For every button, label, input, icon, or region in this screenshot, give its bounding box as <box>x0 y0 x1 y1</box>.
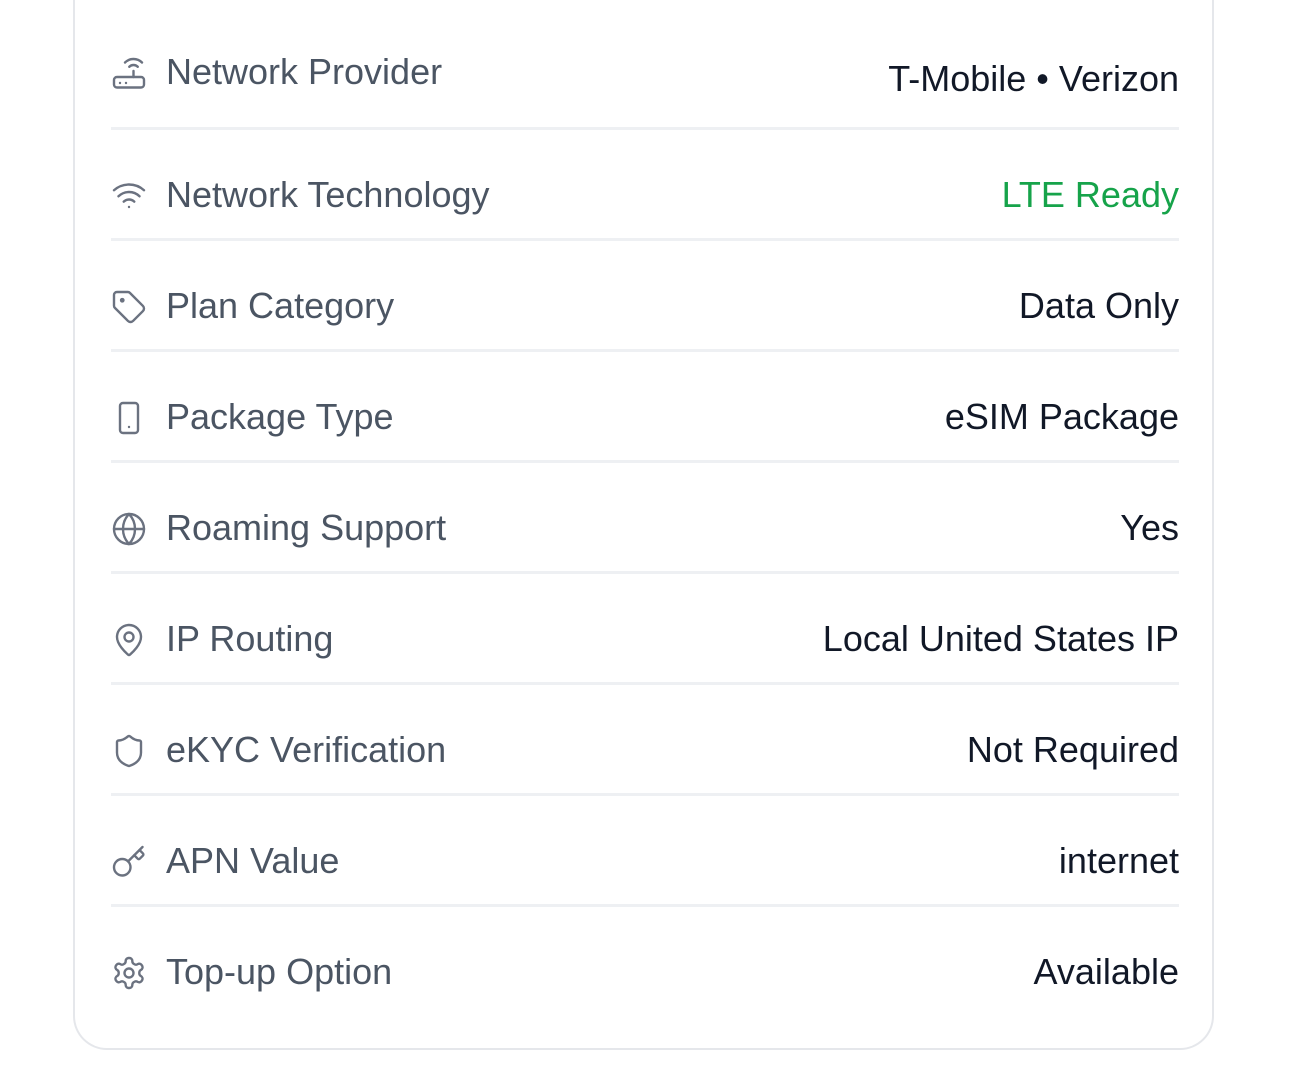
detail-label: Network Provider <box>166 51 443 92</box>
detail-label: Roaming Support <box>166 507 447 548</box>
detail-value: T-Mobile • Verizon <box>888 58 1179 99</box>
detail-label: APN Value <box>166 840 340 881</box>
detail-label: Network Technology <box>166 174 490 215</box>
detail-row-ip-routing: IP Routing Local United States IP <box>111 574 1179 685</box>
detail-label: IP Routing <box>166 618 334 659</box>
detail-value-status: LTE Ready <box>1001 174 1179 215</box>
detail-row-top-up-option: Top-up Option Available <box>111 907 1179 1018</box>
map-pin-icon <box>111 622 147 658</box>
globe-icon <box>111 511 147 547</box>
detail-value: Not Required <box>966 729 1179 770</box>
tag-icon <box>111 289 147 325</box>
router-icon <box>111 56 147 92</box>
detail-row-apn-value: APN Value internet <box>111 796 1179 907</box>
detail-row-network-technology: Network Technology LTE Ready <box>111 130 1179 241</box>
detail-row-package-type: Package Type eSIM Package <box>111 352 1179 463</box>
detail-row-network-provider: Network Provider T-Mobile • Verizon <box>111 20 1179 130</box>
detail-row-plan-category: Plan Category Data Only <box>111 241 1179 352</box>
detail-label: Package Type <box>166 396 394 437</box>
detail-row-ekyc-verification: eKYC Verification Not Required <box>111 685 1179 796</box>
detail-value: eSIM Package <box>944 396 1179 437</box>
detail-value: internet <box>1058 840 1179 881</box>
detail-label: Top-up Option <box>166 951 393 992</box>
detail-value: Data Only <box>1018 285 1179 326</box>
detail-value: Available <box>1033 951 1179 992</box>
wifi-icon <box>111 177 147 213</box>
detail-value: Yes <box>1120 507 1179 548</box>
smartphone-icon <box>111 400 147 436</box>
detail-row-roaming-support: Roaming Support Yes <box>111 463 1179 574</box>
detail-value: Local United States IP <box>822 618 1179 659</box>
shield-icon <box>111 733 147 769</box>
key-icon <box>111 844 147 880</box>
gear-icon <box>111 955 147 991</box>
detail-label: eKYC Verification <box>166 729 447 770</box>
detail-label: Plan Category <box>166 285 395 326</box>
